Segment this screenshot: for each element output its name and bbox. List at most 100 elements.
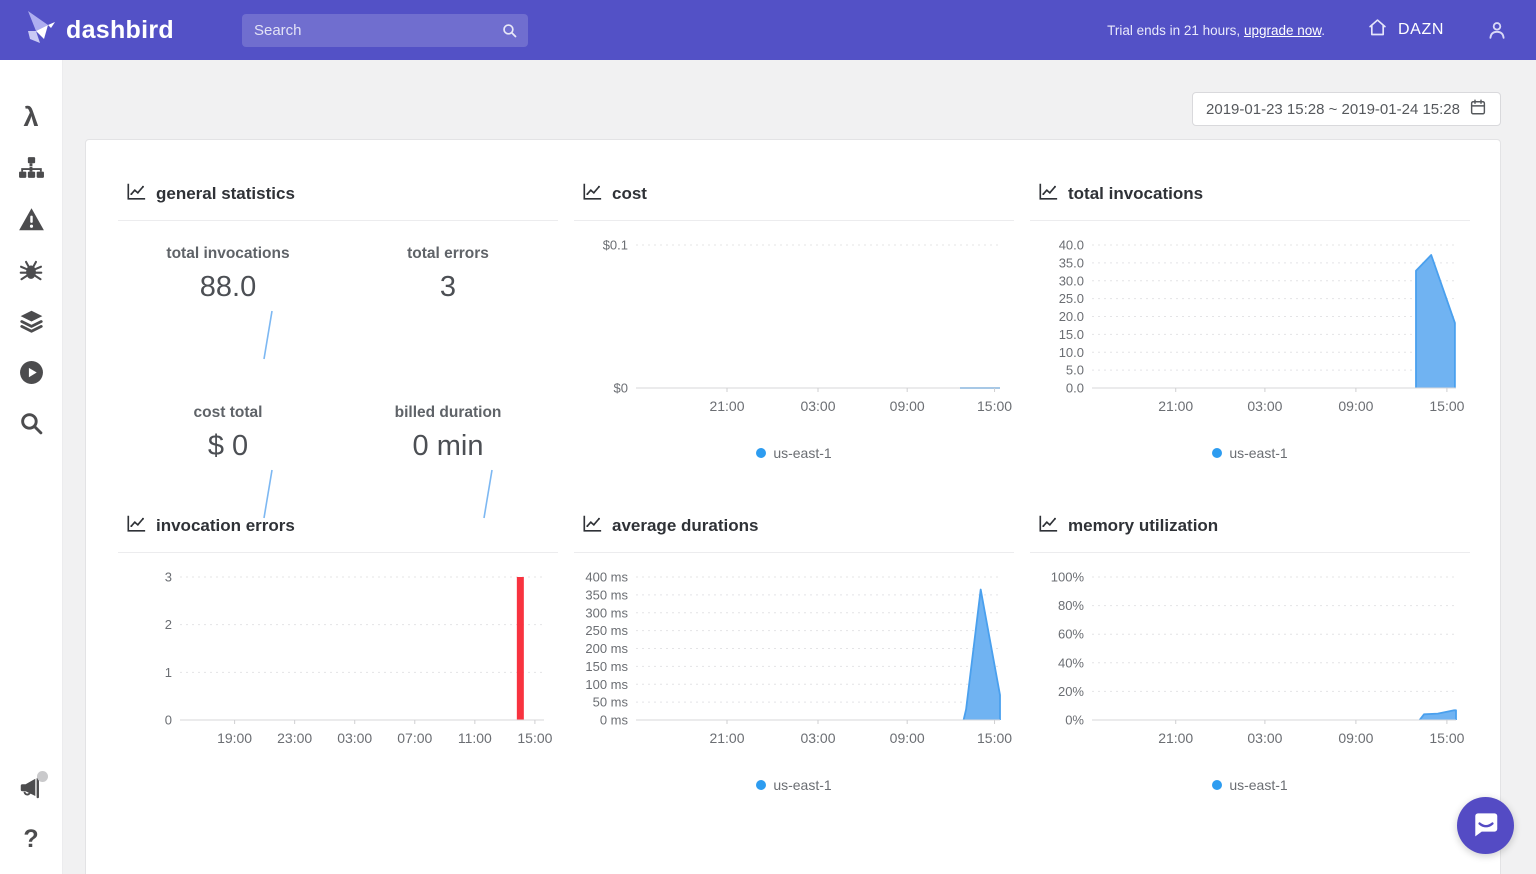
dashboard-card: general statistics total invocations 88.… <box>85 139 1501 874</box>
legend-dot-icon <box>1212 448 1222 458</box>
svg-text:21:00: 21:00 <box>1158 730 1193 746</box>
svg-text:23:00: 23:00 <box>277 730 312 746</box>
stat-value: 0 min <box>413 430 484 463</box>
panel-title: total invocations <box>1068 184 1203 204</box>
trial-banner: Trial ends in 21 hours, upgrade now. <box>1107 23 1325 38</box>
svg-text:03:00: 03:00 <box>800 730 835 746</box>
question-icon: ? <box>23 827 38 852</box>
svg-text:15:00: 15:00 <box>977 398 1012 414</box>
legend-item[interactable]: us-east-1 <box>756 777 831 793</box>
svg-text:09:00: 09:00 <box>1338 398 1373 414</box>
svg-text:2: 2 <box>165 617 172 632</box>
play-circle-icon <box>19 360 44 385</box>
stat-total-invocations: total invocations 88.0 <box>118 245 338 362</box>
svg-text:1: 1 <box>165 665 172 680</box>
svg-text:03:00: 03:00 <box>1247 398 1282 414</box>
stat-sparkline <box>260 308 276 362</box>
chat-launcher-button[interactable] <box>1457 797 1514 854</box>
svg-text:03:00: 03:00 <box>337 730 372 746</box>
sidebar-item-alerts[interactable] <box>16 204 46 234</box>
stats-grid: total invocations 88.0 total errors 3 co… <box>118 245 558 521</box>
search-input[interactable] <box>242 14 528 47</box>
upgrade-now-link[interactable]: upgrade now <box>1244 23 1321 38</box>
average-durations-chart: 400 ms350 ms300 ms250 ms200 ms150 ms100 … <box>574 565 1014 757</box>
panel-divider <box>1030 552 1470 553</box>
sidebar-item-announcements[interactable] <box>16 773 46 803</box>
panel-cost: cost $0.1$021:0003:0009:0015:00 us-east-… <box>566 182 1022 514</box>
stat-cost-total: cost total $ 0 <box>118 404 338 521</box>
total-invocations-chart: 40.035.030.025.020.015.010.05.00.021:000… <box>1030 233 1470 425</box>
svg-text:$0: $0 <box>614 381 628 396</box>
panel-general-statistics: general statistics total invocations 88.… <box>110 182 566 514</box>
panel-divider <box>1030 220 1470 221</box>
legend-item[interactable]: us-east-1 <box>1212 777 1287 793</box>
svg-text:15:00: 15:00 <box>1429 730 1464 746</box>
stat-value: 3 <box>440 271 456 304</box>
svg-text:50 ms: 50 ms <box>593 695 629 710</box>
svg-text:60%: 60% <box>1058 627 1084 642</box>
chart-line-icon <box>126 182 147 206</box>
sidebar-item-search[interactable] <box>16 408 46 438</box>
stat-total-errors: total errors 3 <box>338 245 558 362</box>
legend-item[interactable]: us-east-1 <box>756 445 831 461</box>
sidebar-item-live[interactable] <box>16 357 46 387</box>
app-window: dashbird Trial ends in 21 hours, upgrade… <box>0 0 1536 874</box>
date-range-value: 2019-01-23 15:28 ~ 2019-01-24 15:28 <box>1206 101 1460 118</box>
date-toolbar: 2019-01-23 15:28 ~ 2019-01-24 15:28 <box>85 92 1501 126</box>
sidebar-item-sitemap[interactable] <box>16 153 46 183</box>
svg-text:21:00: 21:00 <box>1158 398 1193 414</box>
stat-sparkline <box>480 467 496 521</box>
panel-title: cost <box>612 184 647 204</box>
stat-label: billed duration <box>395 404 502 422</box>
panel-title: average durations <box>612 516 758 536</box>
trial-text: Trial ends in 21 hours, <box>1107 23 1244 38</box>
svg-text:09:00: 09:00 <box>890 398 925 414</box>
date-range-picker[interactable]: 2019-01-23 15:28 ~ 2019-01-24 15:28 <box>1192 92 1501 126</box>
svg-text:0: 0 <box>165 713 172 728</box>
org-switcher[interactable]: DAZN <box>1367 17 1444 43</box>
sidebar-item-help[interactable]: ? <box>16 824 46 854</box>
svg-text:80%: 80% <box>1058 598 1084 613</box>
sidebar-item-resources[interactable] <box>16 306 46 336</box>
cost-chart: $0.1$021:0003:0009:0015:00 <box>574 233 1014 425</box>
brand-logo[interactable]: dashbird <box>22 9 174 52</box>
svg-text:21:00: 21:00 <box>709 730 744 746</box>
svg-text:20%: 20% <box>1058 684 1084 699</box>
trial-suffix: . <box>1321 23 1325 38</box>
chart-legend: us-east-1 <box>1030 777 1470 793</box>
svg-text:03:00: 03:00 <box>800 398 835 414</box>
chart-legend: us-east-1 <box>1030 445 1470 461</box>
svg-text:300 ms: 300 ms <box>585 605 628 620</box>
legend-dot-icon <box>1212 780 1222 790</box>
user-menu-button[interactable] <box>1486 19 1508 41</box>
svg-text:19:00: 19:00 <box>217 730 252 746</box>
search-icon[interactable] <box>501 22 518 44</box>
chart-legend: us-east-1 <box>574 445 1014 461</box>
panel-title: memory utilization <box>1068 516 1218 536</box>
sidebar-item-lambda[interactable]: λ <box>16 102 46 132</box>
svg-text:$0.1: $0.1 <box>603 238 628 253</box>
stat-label: cost total <box>194 404 263 422</box>
svg-text:100%: 100% <box>1051 570 1085 585</box>
search-icon <box>19 411 44 436</box>
svg-text:25.0: 25.0 <box>1059 291 1084 306</box>
stat-label: total invocations <box>166 245 289 263</box>
svg-text:0%: 0% <box>1065 713 1084 728</box>
stat-billed-duration: billed duration 0 min <box>338 404 558 521</box>
legend-item[interactable]: us-east-1 <box>1212 445 1287 461</box>
svg-text:07:00: 07:00 <box>397 730 432 746</box>
sidebar-item-errors[interactable] <box>16 255 46 285</box>
svg-text:0 ms: 0 ms <box>600 713 629 728</box>
svg-text:15:00: 15:00 <box>977 730 1012 746</box>
warning-triangle-icon <box>18 207 45 232</box>
chart-legend: us-east-1 <box>574 777 1014 793</box>
svg-text:150 ms: 150 ms <box>585 659 628 674</box>
panel-total-invocations: total invocations 40.035.030.025.020.015… <box>1022 182 1478 514</box>
top-navbar: dashbird Trial ends in 21 hours, upgrade… <box>0 0 1536 60</box>
megaphone-icon <box>17 775 45 802</box>
panel-title: general statistics <box>156 184 295 204</box>
legend-dot-icon <box>756 448 766 458</box>
svg-text:40%: 40% <box>1058 655 1084 670</box>
home-icon <box>1367 17 1388 43</box>
main-content: 2019-01-23 15:28 ~ 2019-01-24 15:28 <box>63 60 1536 874</box>
